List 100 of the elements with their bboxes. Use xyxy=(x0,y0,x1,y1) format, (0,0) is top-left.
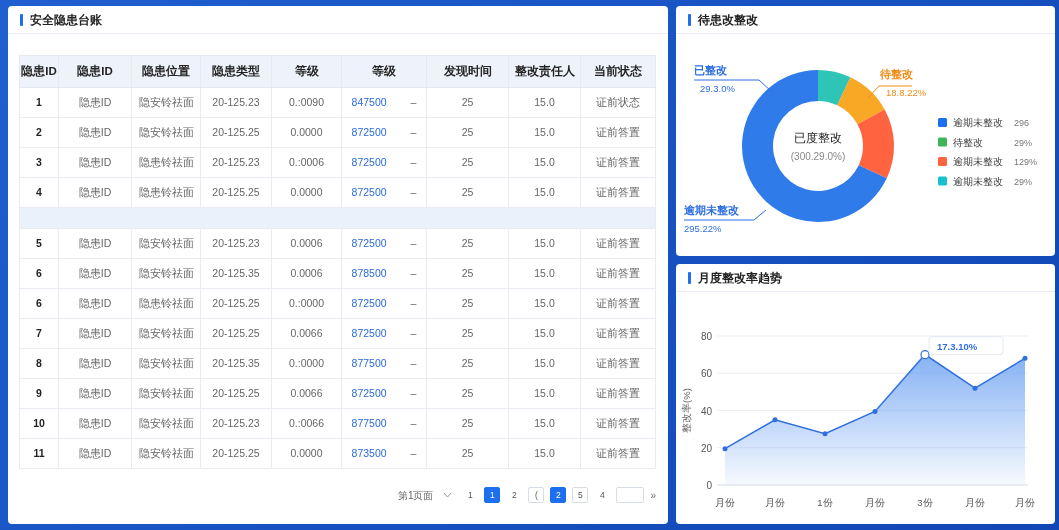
table-cell: 证前答置 xyxy=(596,236,640,249)
table-cell: 25 xyxy=(461,416,474,429)
table-cell: 15.0 xyxy=(534,326,555,339)
callout-label: 已整改 xyxy=(694,64,727,76)
table-cell: 0.0000 xyxy=(290,446,323,459)
table-cell: 0.0066 xyxy=(290,326,323,339)
table-cell: 0.0066 xyxy=(290,386,323,399)
table-cell: 0.:0006 xyxy=(288,155,324,168)
grade-link[interactable]: 873500 xyxy=(351,445,387,462)
grade-link[interactable]: 872500 xyxy=(351,235,387,252)
grade-link[interactable]: 877500 xyxy=(351,415,387,432)
table-cell: 7 xyxy=(36,326,42,339)
table-cell: 隐患ID xyxy=(78,95,112,108)
legend-label: 逾期未整改 xyxy=(953,117,1003,128)
callout-label: 逾期未整改 xyxy=(684,204,739,216)
data-point xyxy=(822,431,828,437)
table-cell: 证前答置 xyxy=(596,125,640,138)
table-cell: 15.0 xyxy=(534,446,555,459)
page-button[interactable]: 2 xyxy=(550,487,567,503)
table-cell: 隐患ID xyxy=(78,416,112,429)
table-cell: 15.0 xyxy=(534,386,555,399)
table-cell: 20-125.23 xyxy=(212,416,260,429)
title-marker xyxy=(688,13,691,26)
table-cell: 证前答置 xyxy=(596,185,640,198)
axis-tick-label: 月份 xyxy=(865,497,885,508)
table-cell: 25 xyxy=(461,125,474,138)
column-header: 隐患ID xyxy=(21,64,57,77)
page-button[interactable]: 4 xyxy=(594,487,611,503)
grade-link[interactable]: 872500 xyxy=(351,385,387,402)
legend-value: 29% xyxy=(1014,176,1032,187)
table-cell: 隐患ID xyxy=(78,185,112,198)
table-cell: 隐患ID xyxy=(78,386,112,399)
grade-link[interactable]: 878500 xyxy=(351,265,387,282)
panel-title: 待患改整改 xyxy=(698,11,758,29)
table-cell: 隐患ID xyxy=(78,326,112,339)
table-cell: 3 xyxy=(36,155,42,168)
grade-link[interactable]: 872500 xyxy=(351,154,387,171)
table-cell: 隐患铃祛面 xyxy=(138,155,194,168)
dash-text: – xyxy=(410,235,417,251)
dash-text: – xyxy=(410,325,417,341)
data-point xyxy=(1022,355,1028,361)
page-button[interactable]: ( xyxy=(528,487,545,503)
legend-value: 29% xyxy=(1014,137,1032,148)
table-cell: 6 xyxy=(36,266,42,279)
table-cell: 20-125.23 xyxy=(212,95,260,108)
column-header: 隐患类型 xyxy=(212,64,260,77)
chevron-down-icon[interactable] xyxy=(443,492,453,498)
table-cell: 0.:0000 xyxy=(288,356,324,369)
callout-value: 29.3.0% xyxy=(700,83,735,94)
next-page-link[interactable]: » xyxy=(650,487,656,503)
page-button[interactable]: 2 xyxy=(506,487,523,503)
column-header: 隐患位置 xyxy=(142,64,190,77)
table-cell: 5 xyxy=(36,236,42,249)
table-cell: 25 xyxy=(461,266,474,279)
table-cell: 15.0 xyxy=(534,95,555,108)
page-button[interactable]: 1 xyxy=(484,487,501,503)
table-cell: 证前答置 xyxy=(596,155,640,168)
table-cell: 25 xyxy=(461,356,474,369)
grade-link[interactable]: 872500 xyxy=(351,295,387,312)
table-cell: 证前状态 xyxy=(596,95,640,108)
data-point xyxy=(972,385,978,391)
table-cell: 隐患铃祛面 xyxy=(138,296,194,309)
highlight-point xyxy=(920,350,930,360)
callout-label: 待整改 xyxy=(880,68,913,80)
table-cell: 证前答置 xyxy=(596,266,640,279)
table-cell: 1 xyxy=(36,95,42,108)
dash-text: – xyxy=(410,94,417,110)
legend-label: 待整改 xyxy=(953,136,983,148)
callout-value: 18.8.22% xyxy=(886,87,927,98)
page-jump-field[interactable] xyxy=(616,487,645,503)
page-button[interactable]: 5 xyxy=(572,487,589,503)
tooltip-text: 17.3.10% xyxy=(937,340,978,352)
table-cell: 20-125.35 xyxy=(212,356,260,369)
grade-link[interactable]: 872500 xyxy=(351,184,387,201)
grade-link[interactable]: 872500 xyxy=(351,124,387,141)
axis-tick-label: 3份 xyxy=(917,497,933,508)
table-cell: 25 xyxy=(461,386,474,399)
page-button[interactable]: 1 xyxy=(462,487,479,503)
table-cell: 隐安铃祛面 xyxy=(138,95,194,108)
legend-label: 逾期未整改 xyxy=(953,156,1003,167)
table-cell: 20-125.35 xyxy=(212,266,260,279)
table-cell: 25 xyxy=(461,236,474,249)
legend-value: 296 xyxy=(1014,118,1030,128)
table-cell: 15.0 xyxy=(534,266,555,279)
axis-tick-label: 月份 xyxy=(715,497,735,508)
table-cell: 0.0000 xyxy=(290,185,323,198)
table-cell: 25 xyxy=(461,155,474,168)
dash-text: – xyxy=(410,445,417,461)
dash-text: – xyxy=(410,124,417,140)
column-header: 发现时间 xyxy=(443,64,492,77)
table-cell: 25 xyxy=(461,95,474,108)
table-cell: 25 xyxy=(461,296,474,309)
column-header: 整改责任人 xyxy=(514,64,575,77)
title-marker xyxy=(688,271,691,284)
grade-link[interactable]: 872500 xyxy=(351,325,387,342)
page-label: 第1页面 xyxy=(397,488,434,503)
grade-link[interactable]: 847500 xyxy=(351,94,387,111)
table-cell: 15.0 xyxy=(534,236,555,249)
grade-link[interactable]: 877500 xyxy=(351,355,387,372)
table-cell: 隐安铃祛面 xyxy=(138,386,194,399)
